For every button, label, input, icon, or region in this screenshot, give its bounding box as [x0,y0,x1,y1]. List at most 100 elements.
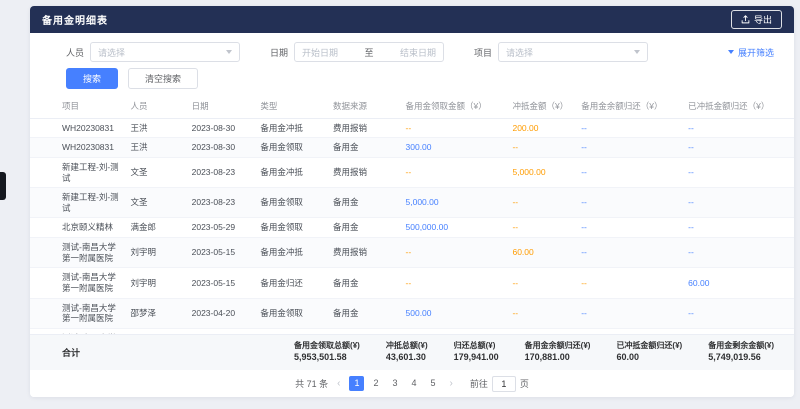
table-cell: 北京颐义精林 [30,218,126,238]
table-cell: 邵梦泽 [126,298,187,328]
table-cell: 新建工程-刘-测试 [30,157,126,187]
page-number-button[interactable]: 5 [425,376,440,391]
pagination-total: 共 71 条 [295,377,328,390]
table-cell: -- [683,218,794,238]
table-cell: 测试-南昌大学第一附属医院 [30,238,126,268]
goto-page: 前往 页 [470,376,529,392]
expand-filters-link[interactable]: 展开筛选 [728,46,774,59]
table-cell: -- [683,118,794,138]
summary-stats: 备用金领取总额(¥)5,953,501.58冲抵总额(¥)43,601.30归还… [294,341,774,363]
summary-bar: 合计 备用金领取总额(¥)5,953,501.58冲抵总额(¥)43,601.3… [30,334,794,370]
date-separator: 至 [365,46,374,59]
column-header: 类型 [255,95,328,118]
table-cell: -- [401,268,508,298]
column-header: 备用金余额归还（¥） [576,95,683,118]
detail-table: 项目人员日期类型数据来源备用金领取金额（¥）冲抵金额（¥）备用金余额归还（¥）已… [30,95,794,334]
table-cell: 2023-08-30 [187,138,256,158]
drawer-handle[interactable] [0,172,6,200]
table-cell: 备用金 [328,188,401,218]
table-cell: 刘宇明 [126,238,187,268]
chevron-down-icon [634,50,640,54]
column-header: 日期 [187,95,256,118]
goto-suffix: 页 [520,377,529,390]
table-cell: -- [507,268,576,298]
goto-page-input[interactable] [492,376,516,392]
pagination: 共 71 条 ‹ 12345 › 前往 页 [30,370,794,397]
table-cell: 文圣 [126,157,187,187]
table-cell: 费用报销 [328,118,401,138]
table-cell: 备用金 [328,218,401,238]
column-header: 数据来源 [328,95,401,118]
table-cell: 500,000.00 [401,218,508,238]
export-button[interactable]: 导出 [731,10,782,29]
table-cell: -- [576,138,683,158]
table-row: 测试-南昌大学第一附属医院邵梦泽2023-04-20备用金领取备用金500.00… [30,298,794,328]
person-select[interactable]: 请选择 [90,42,240,62]
table-cell: 备用金领取 [255,298,328,328]
table-cell: -- [683,188,794,218]
table-cell: -- [683,238,794,268]
date-end-placeholder: 结束日期 [400,46,436,59]
table-cell: 备用金 [328,298,401,328]
table-cell: 备用金归还 [255,268,328,298]
pagination-pages: 12345 [349,376,440,391]
table-cell: 满金郎 [126,218,187,238]
table-scroll-area[interactable]: 项目人员日期类型数据来源备用金领取金额（¥）冲抵金额（¥）备用金余额归还（¥）已… [30,95,794,334]
table-cell: 备用金领取 [255,138,328,158]
search-button[interactable]: 搜索 [66,68,118,89]
date-start-placeholder: 开始日期 [302,46,338,59]
filter-bar: 人员 请选择 日期 开始日期 至 结束日期 项目 请选择 [30,33,794,65]
column-header: 人员 [126,95,187,118]
page-number-button[interactable]: 2 [368,376,383,391]
table-cell: 5,000.00 [507,157,576,187]
table-header-row: 项目人员日期类型数据来源备用金领取金额（¥）冲抵金额（¥）备用金余额归还（¥）已… [30,95,794,118]
table-cell: 200.00 [507,118,576,138]
column-header: 已冲抵金额归还（¥） [683,95,794,118]
date-range-input[interactable]: 开始日期 至 结束日期 [294,42,444,62]
page-number-button[interactable]: 3 [387,376,402,391]
table-cell: 测试-南昌大学第一附属医院 [30,268,126,298]
table-cell: 2023-08-23 [187,188,256,218]
table-cell: 备用金领取 [255,218,328,238]
table-row: 测试-南昌大学第一附属医院刘宇明2023-05-15备用金冲抵费用报销--60.… [30,238,794,268]
chevron-down-icon [226,50,232,54]
table-cell: 王洪 [126,138,187,158]
prev-page-icon[interactable]: ‹ [334,378,343,389]
table-row: WH20230831王洪2023-08-30备用金领取备用金300.00----… [30,138,794,158]
person-filter-label: 人员 [66,46,84,59]
page-title: 备用金明细表 [42,12,108,27]
table-cell: -- [507,138,576,158]
column-header: 备用金领取金额（¥） [401,95,508,118]
table-cell: 备用金冲抵 [255,157,328,187]
goto-label: 前往 [470,377,488,390]
project-filter: 项目 请选择 [474,42,648,62]
table-cell: 2023-08-23 [187,157,256,187]
table-cell: -- [507,188,576,218]
summary-stat: 备用金余额归还(¥)170,881.00 [525,341,591,363]
page-number-button[interactable]: 1 [349,376,364,391]
project-select[interactable]: 请选择 [498,42,648,62]
table-cell: 2023-08-30 [187,118,256,138]
summary-stat: 已冲抵金额归还(¥)60.00 [616,341,682,363]
table-cell: -- [401,118,508,138]
table-cell: -- [507,218,576,238]
clear-search-button[interactable]: 清空搜索 [128,68,198,89]
table-cell: 2023-05-29 [187,218,256,238]
next-page-icon[interactable]: › [446,378,455,389]
table-cell: -- [683,157,794,187]
table-cell: 备用金领取 [255,188,328,218]
person-select-placeholder: 请选择 [98,46,125,59]
table-row: 测试-南昌大学第一附属医院刘宇明2023-05-15备用金归还备用金------… [30,268,794,298]
table-cell: 2023-05-15 [187,268,256,298]
table-cell: 备用金 [328,268,401,298]
table-cell: WH20230831 [30,118,126,138]
chevron-down-icon [728,50,734,54]
table-row: 新建工程-刘-测试文圣2023-08-23备用金冲抵费用报销--5,000.00… [30,157,794,187]
table-cell: 王洪 [126,118,187,138]
summary-stat: 冲抵总额(¥)43,601.30 [386,341,428,363]
summary-stat: 备用金剩余金额(¥)5,749,019.56 [708,341,774,363]
page-number-button[interactable]: 4 [406,376,421,391]
table-cell: 刘宇明 [126,268,187,298]
table-row: 新建工程-刘-测试文圣2023-08-23备用金领取备用金5,000.00---… [30,188,794,218]
table-body: WH20230831王洪2023-08-30备用金冲抵费用报销--200.00-… [30,118,794,334]
